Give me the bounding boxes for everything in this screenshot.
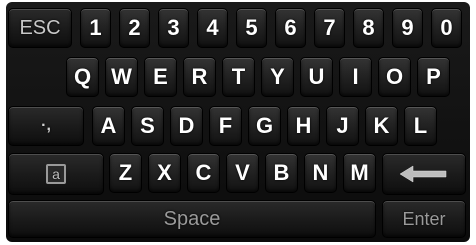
key-k[interactable]: K [365, 106, 398, 146]
key-w[interactable]: W [105, 57, 138, 97]
key-m-label: M [350, 160, 369, 185]
space-key[interactable]: Space [8, 200, 376, 238]
key-y[interactable]: Y [261, 57, 294, 97]
symbol-key-label: ·, [41, 117, 51, 134]
key-o-label: O [385, 64, 404, 89]
key-a[interactable]: A [92, 106, 125, 146]
backspace-key[interactable] [382, 153, 466, 195]
key-l-label: L [413, 113, 428, 138]
key-3[interactable]: 3 [158, 8, 189, 48]
key-v[interactable]: V [226, 153, 259, 193]
left-arrow-icon [400, 165, 448, 183]
key-e[interactable]: E [144, 57, 177, 97]
key-s-label: S [140, 113, 155, 138]
key-r-label: R [191, 64, 208, 89]
space-key-label: Space [163, 207, 221, 230]
key-v-label: V [235, 160, 250, 185]
key-s[interactable]: S [131, 106, 164, 146]
key-j[interactable]: J [326, 106, 359, 146]
key-4[interactable]: 4 [197, 8, 228, 48]
key-q[interactable]: Q [66, 57, 99, 97]
key-6[interactable]: 6 [275, 8, 306, 48]
key-j-label: J [336, 113, 349, 138]
lowercase-icon: a [46, 164, 66, 184]
case-label: a [52, 166, 60, 182]
key-4-label: 4 [206, 15, 219, 40]
key-9-label: 9 [401, 15, 414, 40]
key-7[interactable]: 7 [314, 8, 345, 48]
key-3-label: 3 [167, 15, 180, 40]
key-2-label: 2 [128, 15, 141, 40]
key-h-label: H [295, 113, 312, 138]
key-d-label: D [178, 113, 195, 138]
key-p-label: P [426, 64, 441, 89]
key-z-label: Z [118, 160, 133, 185]
key-5-label: 5 [245, 15, 258, 40]
key-a-label: A [100, 113, 117, 138]
key-f[interactable]: F [209, 106, 242, 146]
key-e-label: E [153, 64, 168, 89]
key-1[interactable]: 1 [80, 8, 111, 48]
key-t[interactable]: T [222, 57, 255, 97]
key-m[interactable]: M [343, 153, 376, 193]
key-d[interactable]: D [170, 106, 203, 146]
key-1-label: 1 [89, 15, 102, 40]
key-0[interactable]: 0 [431, 8, 462, 48]
key-g[interactable]: G [248, 106, 281, 146]
key-2[interactable]: 2 [119, 8, 150, 48]
key-8[interactable]: 8 [353, 8, 384, 48]
key-7-label: 7 [323, 15, 336, 40]
key-q-label: Q [73, 64, 92, 89]
key-n[interactable]: N [304, 153, 337, 193]
key-x-label: X [157, 160, 172, 185]
key-8-label: 8 [362, 15, 375, 40]
key-c[interactable]: C [187, 153, 220, 193]
key-y-label: Y [270, 64, 285, 89]
key-u[interactable]: U [300, 57, 333, 97]
key-k-label: K [373, 113, 390, 138]
enter-key[interactable]: Enter [382, 200, 466, 238]
key-r[interactable]: R [183, 57, 216, 97]
key-p[interactable]: P [417, 57, 450, 97]
key-u-label: U [308, 64, 325, 89]
key-z[interactable]: Z [109, 153, 142, 193]
key-x[interactable]: X [148, 153, 181, 193]
key-i-label: I [352, 64, 359, 89]
key-6-label: 6 [284, 15, 297, 40]
key-c-label: C [195, 160, 212, 185]
key-0-label: 0 [440, 15, 453, 40]
on-screen-keyboard: ESC 1 2 3 4 5 6 7 8 9 0 Q W E R T Y U I … [6, 2, 470, 242]
key-f-label: F [218, 113, 233, 138]
key-9[interactable]: 9 [392, 8, 423, 48]
case-toggle-key[interactable]: a [8, 153, 104, 195]
esc-key-label: ESC [19, 16, 61, 39]
key-b[interactable]: B [265, 153, 298, 193]
enter-key-label: Enter [402, 208, 446, 229]
key-i[interactable]: I [339, 57, 372, 97]
symbol-key[interactable]: ·, [8, 106, 84, 146]
esc-key[interactable]: ESC [8, 8, 72, 48]
key-5[interactable]: 5 [236, 8, 267, 48]
key-g-label: G [255, 113, 274, 138]
key-t-label: T [231, 64, 246, 89]
key-l[interactable]: L [404, 106, 437, 146]
key-b-label: B [273, 160, 290, 185]
key-h[interactable]: H [287, 106, 320, 146]
key-o[interactable]: O [378, 57, 411, 97]
key-n-label: N [312, 160, 329, 185]
key-w-label: W [111, 64, 132, 89]
